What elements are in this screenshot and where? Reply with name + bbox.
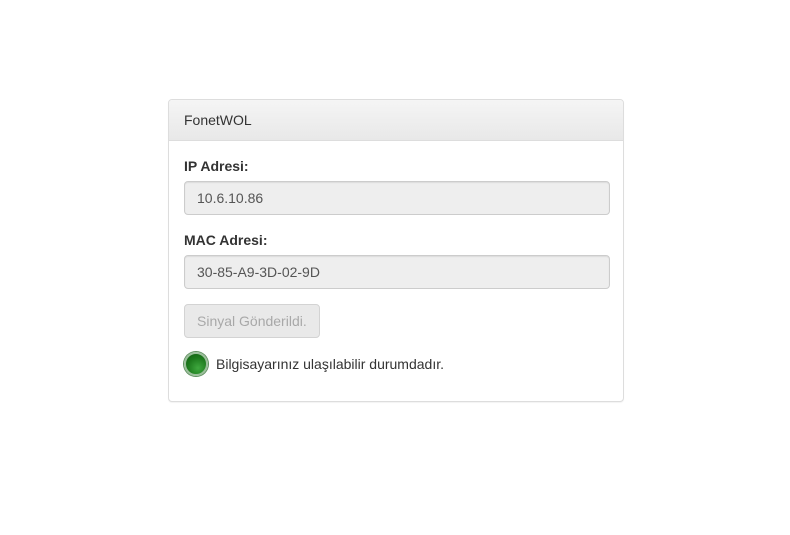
ip-label: IP Adresi: <box>184 158 249 174</box>
status-text: Bilgisayarınız ulaşılabilir durumdadır. <box>216 356 444 372</box>
status-row: Bilgisayarınız ulaşılabilir durumdadır. <box>184 352 444 376</box>
mac-address-field[interactable] <box>184 255 610 289</box>
ip-address-field[interactable] <box>184 181 610 215</box>
panel-title: FonetWOL <box>169 100 623 141</box>
status-online-icon <box>184 352 208 376</box>
mac-label: MAC Adresi: <box>184 232 268 248</box>
send-signal-button[interactable]: Sinyal Gönderildi. <box>184 304 320 338</box>
wol-panel: FonetWOL IP Adresi: MAC Adresi: Sinyal G… <box>168 99 624 402</box>
